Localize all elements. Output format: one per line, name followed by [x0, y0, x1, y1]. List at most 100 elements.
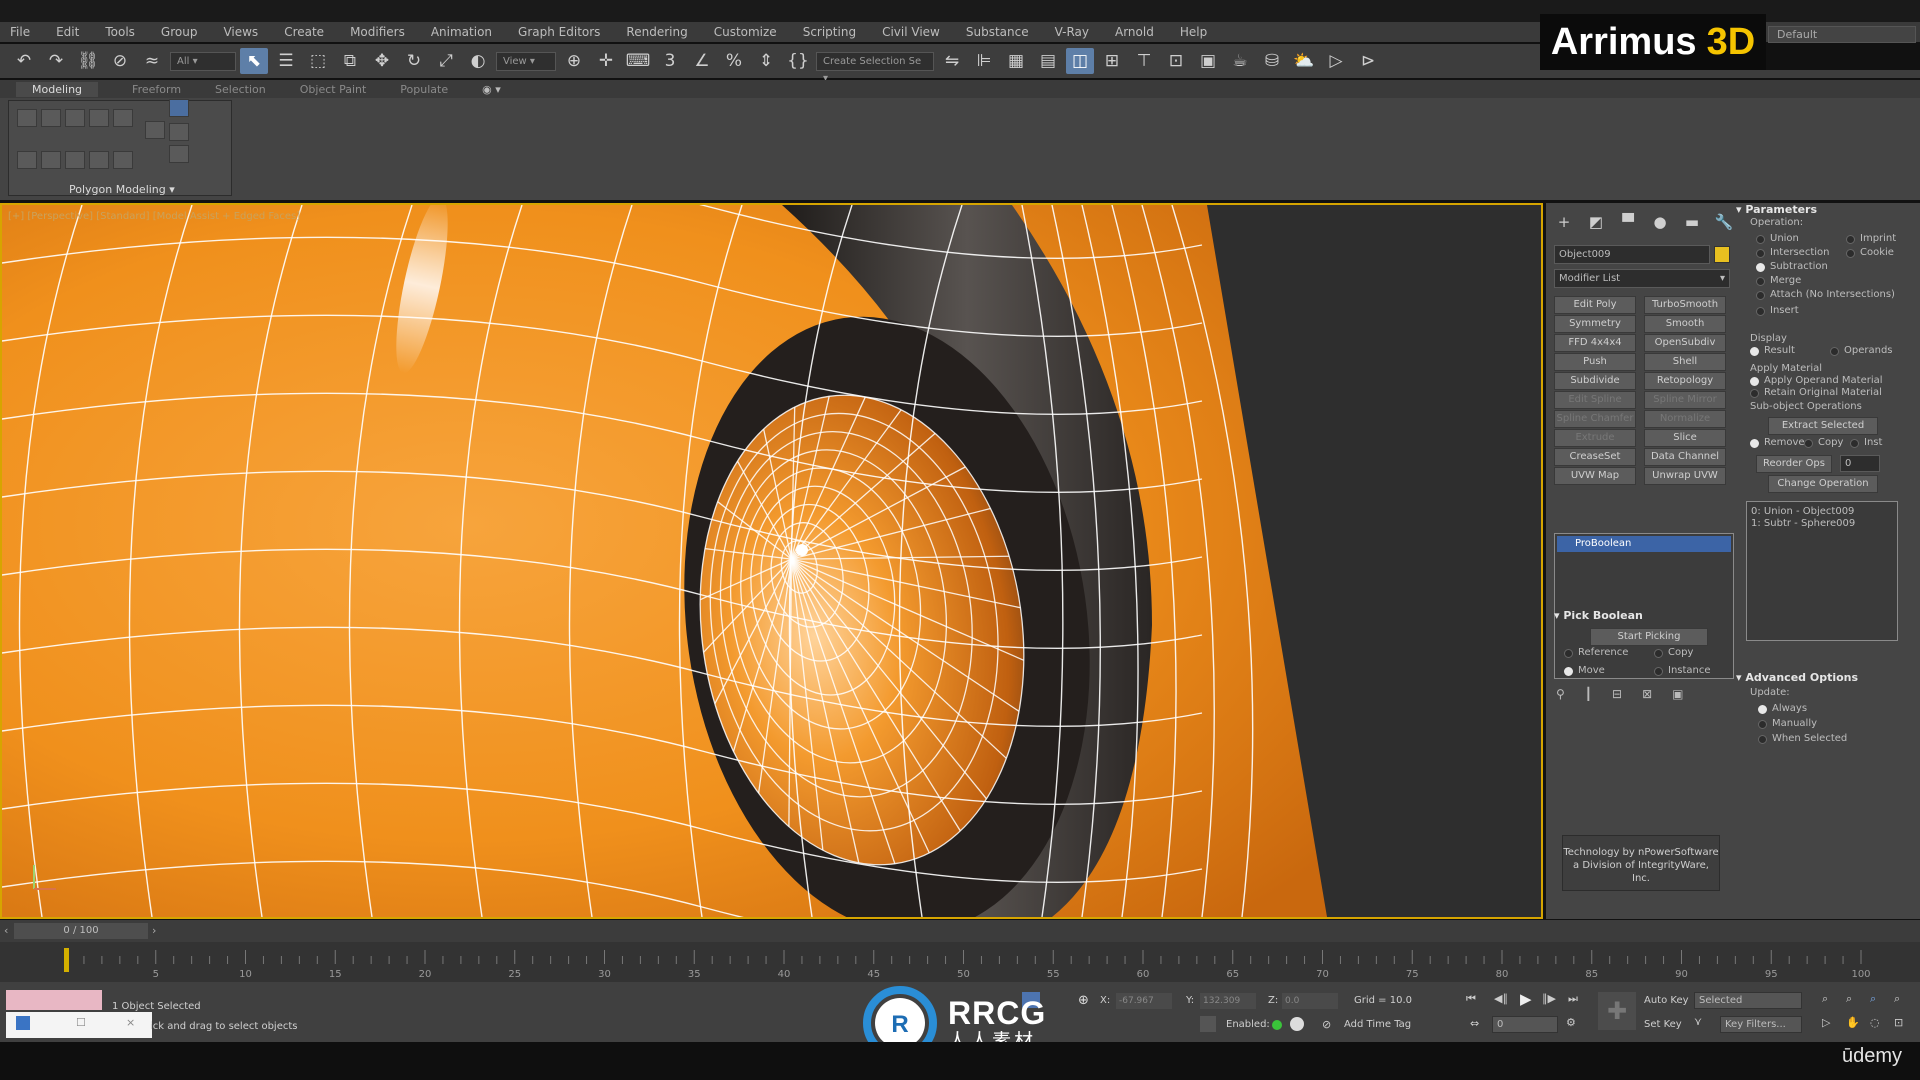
render-setup-icon[interactable]: ⊡ [1162, 48, 1190, 74]
unlink-icon[interactable]: ⊘ [106, 48, 134, 74]
bind-spacewarp-icon[interactable]: ≈ [138, 48, 166, 74]
rotate-icon[interactable]: ↻ [400, 48, 428, 74]
display-operands-radio[interactable] [1830, 347, 1839, 356]
rect-selection-icon[interactable]: ⬚ [304, 48, 332, 74]
isolate-toggle-icon[interactable] [1290, 1017, 1304, 1031]
op-insert-radio[interactable] [1756, 307, 1765, 316]
restore-icon[interactable]: ☐ [76, 1016, 86, 1029]
menu-animation[interactable]: Animation [431, 25, 492, 39]
border-mode-icon[interactable] [65, 109, 85, 127]
show-end-result-icon[interactable] [169, 99, 189, 117]
make-unique-icon[interactable]: ⊟ [1612, 687, 1642, 701]
select-object-icon[interactable]: ⬉ [240, 48, 268, 74]
show-end-result-icon[interactable]: ┃ [1585, 687, 1612, 701]
pivot-icon[interactable]: ⊕ [560, 48, 588, 74]
ribbon-options-icon[interactable]: ◉ ▾ [482, 83, 501, 96]
modifier-button-smooth[interactable]: Smooth [1644, 315, 1726, 333]
menu-help[interactable]: Help [1180, 25, 1207, 39]
orbit-icon[interactable]: ◌ [1870, 1016, 1880, 1029]
pick-move-radio[interactable] [1564, 667, 1573, 676]
vertex-mode-icon[interactable] [17, 109, 37, 127]
polygon-modeling-label[interactable]: Polygon Modeling ▾ [69, 183, 175, 196]
menu-scripting[interactable]: Scripting [803, 25, 856, 39]
modifier-button-spline-mirror[interactable]: Spline Mirror [1644, 391, 1726, 409]
render-production-icon[interactable]: ☕ [1226, 48, 1254, 74]
modifier-button-opensubdiv[interactable]: OpenSubdiv [1644, 334, 1726, 352]
fov-icon[interactable]: ▷ [1822, 1016, 1830, 1029]
modifier-button-spline-chamfer[interactable]: Spline Chamfer [1554, 410, 1636, 428]
element-mode-icon[interactable] [113, 109, 133, 127]
sub-remove-radio[interactable] [1750, 439, 1759, 448]
modifier-list-dropdown[interactable]: Modifier List ▾ [1554, 269, 1730, 288]
menu-views[interactable]: Views [223, 25, 258, 39]
modifier-button-normalize-spline[interactable]: Normalize Spline [1644, 410, 1726, 440]
angle-snap-icon[interactable]: ∠ [688, 48, 716, 74]
parameters-title[interactable]: ▾ Parameters [1736, 203, 1817, 216]
x-coord-field[interactable]: -67.967 [1116, 993, 1172, 1009]
menu-graph-editors[interactable]: Graph Editors [518, 25, 600, 39]
maximize-viewport-icon[interactable]: ⊡ [1894, 1016, 1903, 1029]
render-frame-icon[interactable]: ▣ [1194, 48, 1222, 74]
sub-copy-radio[interactable] [1804, 439, 1813, 448]
op-imprint-radio[interactable] [1846, 235, 1855, 244]
tab-freeform[interactable]: Freeform [132, 83, 181, 96]
modifier-button-shell[interactable]: Shell [1644, 353, 1726, 371]
named-selection-dropdown[interactable]: Create Selection Se ▾ [816, 51, 934, 84]
key-set-dropdown[interactable]: Selected [1694, 992, 1802, 1009]
stack-item-proboolean[interactable]: ProBoolean [1557, 536, 1731, 552]
auto-key-button[interactable]: Auto Key [1644, 995, 1689, 1006]
adaptive-degradation-icon[interactable] [1200, 1016, 1216, 1032]
workspace-dropdown[interactable]: Default [1768, 26, 1916, 43]
menu-arnold[interactable]: Arnold [1115, 25, 1154, 39]
pick-boolean-title[interactable]: ▾ Pick Boolean [1554, 609, 1643, 622]
tab-modeling[interactable]: Modeling [16, 81, 99, 97]
go-to-start-icon[interactable]: ⏮ [1466, 992, 1476, 1006]
apply-operand-material-radio[interactable] [1750, 377, 1759, 386]
link-icon[interactable]: ⛓ [74, 48, 102, 74]
modifier-button-ffd-4x4x4[interactable]: FFD 4x4x4 [1554, 334, 1636, 352]
tab-selection[interactable]: Selection [215, 83, 266, 96]
retain-original-material-radio[interactable] [1750, 389, 1759, 398]
placement-icon[interactable]: ◐ [464, 48, 492, 74]
viewport-label[interactable]: [+] [Perspective] [Standard] [Model Assi… [8, 211, 300, 222]
op-subtraction-radio[interactable] [1756, 263, 1765, 272]
modifier-button-uvw-map[interactable]: UVW Map [1554, 467, 1636, 485]
op-intersection-radio[interactable] [1756, 249, 1765, 258]
time-config-icon[interactable]: ⚙ [1566, 1016, 1576, 1029]
schematic-view-icon[interactable]: ⊞ [1098, 48, 1126, 74]
key-filters-button[interactable]: Key Filters... [1720, 1016, 1802, 1033]
pan-icon[interactable]: ✋ [1846, 1016, 1860, 1029]
close-icon[interactable]: × [126, 1016, 135, 1029]
modify-mode-icon[interactable] [145, 121, 165, 139]
edge-mode-icon[interactable] [41, 109, 61, 127]
object-color-swatch[interactable] [1714, 246, 1730, 263]
key-mode-icon[interactable]: ⇔ [1470, 1017, 1479, 1030]
time-slider-value[interactable]: 0 / 100 [14, 923, 148, 939]
tab-object-paint[interactable]: Object Paint [300, 83, 367, 96]
menu-create[interactable]: Create [284, 25, 324, 39]
make-unique-icon[interactable] [169, 145, 189, 163]
redo-icon[interactable]: ↷ [42, 48, 70, 74]
menu-civil-view[interactable]: Civil View [882, 25, 940, 39]
op-attach-no-intersections-radio[interactable] [1756, 291, 1765, 300]
percent-snap-icon[interactable]: % [720, 48, 748, 74]
spinner-snap-icon[interactable]: ⇕ [752, 48, 780, 74]
render-iterative-icon[interactable]: ⛁ [1258, 48, 1286, 74]
snap-toggle-icon[interactable]: 3 [656, 48, 684, 74]
pick-instance-radio[interactable] [1654, 667, 1663, 676]
current-frame-field[interactable]: 0 [1492, 1016, 1558, 1033]
zoom-icon[interactable]: ⌕ [1822, 992, 1828, 1006]
modifier-button-data-channel[interactable]: Data Channel [1644, 448, 1726, 466]
modifier-button-retopology[interactable]: Retopology [1644, 372, 1726, 390]
advanced-options-title[interactable]: ▾ Advanced Options [1736, 671, 1858, 684]
update-always-radio[interactable] [1758, 705, 1767, 714]
update-manually-radio[interactable] [1758, 720, 1767, 729]
sub-inst-radio[interactable] [1850, 439, 1859, 448]
modify-tab-icon[interactable]: ◩ [1586, 213, 1606, 231]
z-coord-field[interactable]: 0.0 [1282, 993, 1338, 1009]
remove-modifier-icon[interactable]: ⊠ [1642, 687, 1672, 701]
set-key-big-icon[interactable]: ✚ [1598, 992, 1636, 1030]
manipulate-icon[interactable]: ✛ [592, 48, 620, 74]
ring-icon[interactable] [65, 151, 85, 169]
arnold-render-icon[interactable]: ⊳ [1354, 48, 1382, 74]
